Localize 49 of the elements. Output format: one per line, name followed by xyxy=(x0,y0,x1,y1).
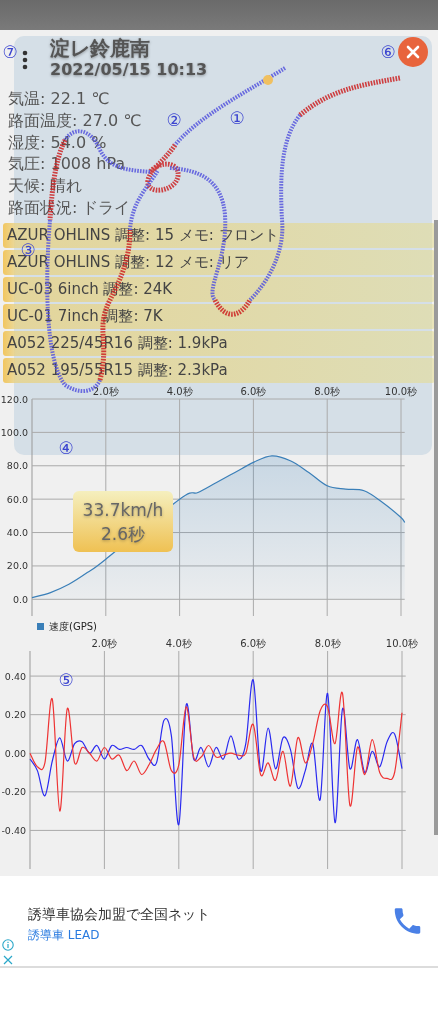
axis-tick-label: 0.00 xyxy=(4,747,26,759)
close-icon xyxy=(406,45,420,59)
axis-tick-label: 6.0秒 xyxy=(240,638,267,649)
axis-tick-label: 0.20 xyxy=(4,709,26,721)
callout-number: ④ xyxy=(58,439,74,457)
session-title: 淀レ鈴鹿南 xyxy=(50,36,151,60)
axis-tick-label: 100.0 xyxy=(0,426,28,438)
position-marker-icon xyxy=(263,75,273,85)
tooltip-time: 2.6秒 xyxy=(100,522,145,546)
ad-advertiser[interactable]: 誘導車 LEAD xyxy=(28,926,100,944)
condition-text: 気温: 22.1 ℃ xyxy=(8,88,110,110)
axis-tick-label: 8.0秒 xyxy=(314,386,341,397)
axis-tick-label: 20.0 xyxy=(6,560,28,572)
ad-headline[interactable]: 誘導車協会加盟で全国ネット xyxy=(28,904,210,925)
callout-number: ⑦ xyxy=(2,43,18,61)
axis-tick-label: 0.0 xyxy=(12,593,28,605)
callout-number: ⑤ xyxy=(58,671,74,689)
close-button[interactable] xyxy=(398,37,428,67)
menu-icon[interactable] xyxy=(22,50,28,70)
callout-number: ② xyxy=(166,111,182,129)
session-datetime: 2022/05/15 10:13 xyxy=(50,60,208,80)
axis-tick-label: 0.40 xyxy=(4,670,26,682)
setup-row: A052 195/55R15 調整: 2.3kPa xyxy=(3,358,435,383)
info-icon[interactable] xyxy=(2,939,14,951)
axis-tick-label: 10.0秒 xyxy=(385,638,419,649)
axis-tick-label: 8.0秒 xyxy=(314,638,341,649)
tooltip-speed: 33.7km/h xyxy=(82,498,164,522)
setup-row: UC-01 7inch 調整: 7K xyxy=(3,304,435,329)
axis-tick-label: 10.0秒 xyxy=(384,386,418,397)
axis-tick-label: -0.20 xyxy=(1,786,26,798)
axis-tick-label: 80.0 xyxy=(6,460,28,472)
axis-tick-label: 2.0秒 xyxy=(91,638,118,649)
condition-text: 路面状況: ドライ xyxy=(8,197,131,219)
axis-tick-label: -0.40 xyxy=(1,824,26,836)
axis-tick-label: 60.0 xyxy=(6,493,28,505)
legend-swatch-icon xyxy=(37,623,44,630)
callout-number: ⑥ xyxy=(380,43,396,61)
axis-tick-label: 120.0 xyxy=(0,393,28,405)
axis-tick-label: 4.0秒 xyxy=(165,638,192,649)
axis-tick-label: 40.0 xyxy=(6,527,28,539)
legend-label: 速度(GPS) xyxy=(49,621,97,632)
setup-row: A052 225/45R16 調整: 1.9kPa xyxy=(3,331,435,356)
condition-text: 路面温度: 27.0 ℃ xyxy=(8,109,142,132)
callout-number: ① xyxy=(229,109,245,127)
axis-tick-label: 4.0秒 xyxy=(166,386,193,397)
axis-tick-label: 6.0秒 xyxy=(240,386,267,397)
axis-tick-label: 2.0秒 xyxy=(92,386,119,397)
condition-text: 天候: 晴れ xyxy=(8,175,83,197)
close-icon[interactable] xyxy=(3,955,13,965)
